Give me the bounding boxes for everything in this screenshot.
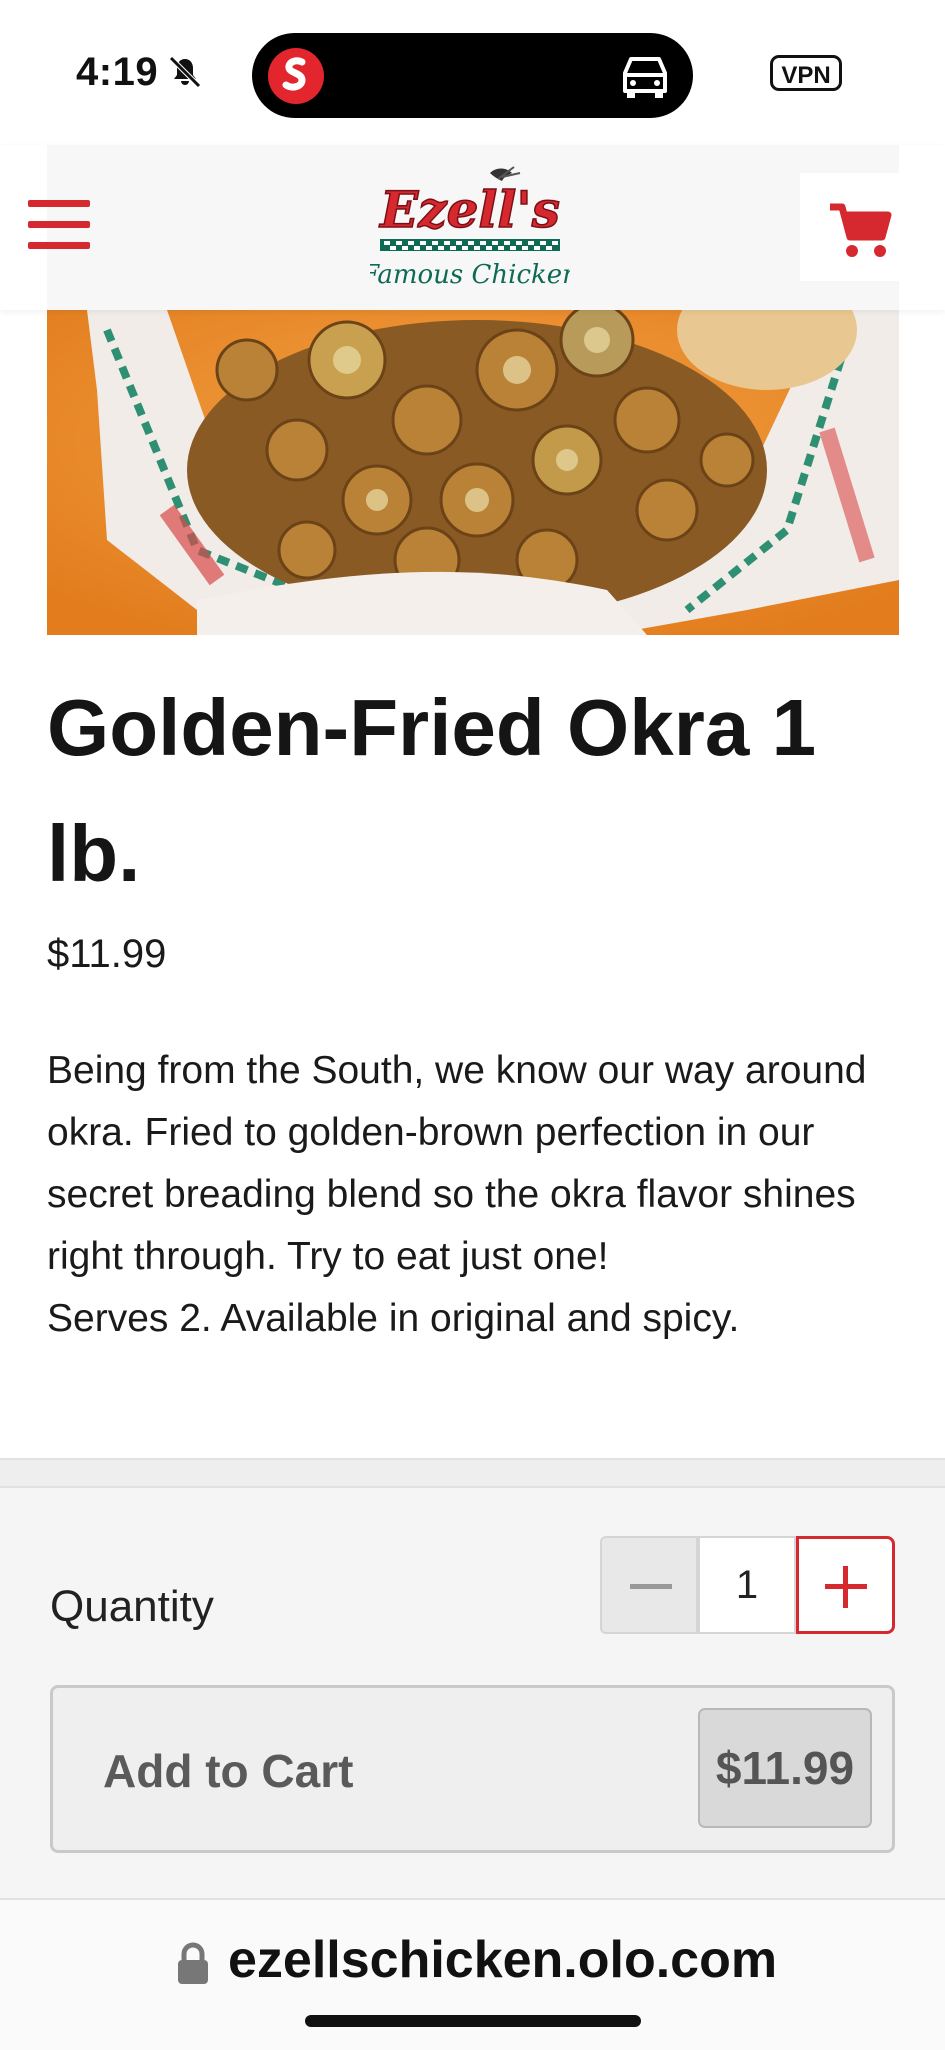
svg-text:Famous Chicken: Famous Chicken	[370, 260, 570, 290]
status-time: 4:19	[76, 50, 159, 94]
shopping-cart-icon	[830, 203, 892, 257]
description-paragraph: Being from the South, we know our way ar…	[47, 1049, 867, 1278]
add-to-cart-price: $11.99	[698, 1708, 872, 1828]
cart-button[interactable]	[800, 173, 899, 281]
url-text[interactable]: ezellschicken.olo.com	[228, 1930, 777, 1990]
description-paragraph: Serves 2. Available in original and spic…	[47, 1297, 740, 1340]
product-price: $11.99	[47, 932, 167, 976]
product-title: Golden-Fried Okra 1 lb.	[47, 683, 817, 898]
add-to-cart-label: Add to Cart	[103, 1745, 354, 1797]
hamburger-menu-icon[interactable]	[28, 200, 90, 254]
quantity-label: Quantity	[50, 1582, 214, 1631]
svg-text:Ezell's: Ezell's	[378, 180, 560, 239]
add-to-cart-button[interactable]: Add to Cart $11.99	[50, 1685, 895, 1853]
car-icon	[623, 57, 667, 98]
dynamic-island	[252, 33, 693, 118]
vpn-badge: VPN	[770, 55, 842, 91]
quantity-input[interactable]: 1	[698, 1536, 796, 1634]
lock-icon	[178, 1942, 208, 1984]
browser-url-bar[interactable]: ezellschicken.olo.com	[0, 1898, 945, 2050]
bell-muted-icon	[169, 56, 201, 88]
site-header: Ezell's Famous Chicken	[0, 145, 945, 310]
safeway-logo-icon	[268, 48, 324, 104]
decrease-quantity-button[interactable]	[600, 1536, 698, 1634]
product-image	[47, 310, 899, 635]
ezells-logo[interactable]: Ezell's Famous Chicken	[370, 155, 570, 305]
quantity-stepper: 1	[600, 1536, 895, 1634]
order-panel: Quantity 1 Add to Cart $11.99	[0, 1458, 945, 1900]
product-description: Being from the South, we know our way ar…	[47, 1040, 907, 1350]
minus-icon	[630, 1584, 672, 1589]
increase-quantity-button[interactable]	[796, 1536, 895, 1634]
status-bar: 4:19 VPN	[0, 0, 945, 145]
home-indicator[interactable]	[305, 2015, 641, 2027]
